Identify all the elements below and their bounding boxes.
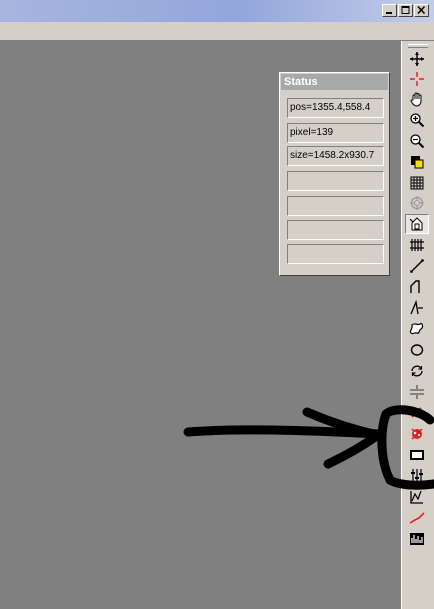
tool-grid-lines-button[interactable] [405, 235, 429, 255]
display-icon [410, 450, 424, 460]
polyline-icon [410, 280, 420, 293]
window-titlebar [0, 0, 434, 22]
tool-color-picker-button[interactable] [405, 152, 429, 172]
profile-icon [410, 490, 423, 504]
tool-target-button[interactable] [405, 193, 429, 213]
tool-splat-button[interactable] [405, 424, 429, 444]
tool-histogram-button[interactable] [405, 529, 429, 549]
window-controls [382, 4, 429, 17]
status-field-empty [287, 171, 384, 191]
tool-zoom-out-button[interactable] [405, 131, 429, 151]
tool-move-button[interactable] [405, 49, 429, 69]
status-panel-title: Status [281, 74, 388, 90]
tool-angle-button[interactable] [405, 298, 429, 318]
tool-line-button[interactable] [405, 256, 429, 276]
status-field-empty [287, 220, 384, 240]
tool-red-line-button[interactable] [405, 508, 429, 528]
tool-polyline-button[interactable] [405, 277, 429, 297]
move-icon [410, 52, 424, 66]
ellipse-icon [410, 344, 424, 356]
toolbar-grip[interactable] [408, 44, 428, 48]
status-field-empty [287, 196, 384, 216]
zoom-in-icon [410, 113, 425, 128]
color-picker-icon [411, 156, 424, 169]
tool-ellipse-button[interactable] [405, 340, 429, 360]
tool-palette [401, 41, 434, 609]
tool-zoom-in-button[interactable] [405, 110, 429, 130]
tool-divide-button[interactable] [405, 382, 429, 402]
status-field-size: size=1458.2x930.7 [287, 146, 384, 166]
minimize-button[interactable] [382, 4, 397, 17]
delete-x-icon [411, 407, 422, 418]
tool-crosshair-button[interactable] [405, 69, 429, 89]
adjust-sliders-icon [411, 469, 423, 483]
tool-grid-button[interactable] [405, 173, 429, 193]
minimize-icon [386, 12, 392, 14]
tool-select-region-button[interactable] [405, 214, 429, 234]
rotate-icon [411, 365, 423, 377]
maximize-icon [401, 6, 410, 14]
tool-adjust-sliders-button[interactable] [405, 466, 429, 486]
freehand-region-icon [409, 322, 424, 335]
menu-bar [0, 22, 434, 41]
status-panel[interactable]: Status pos=1355.4,558.4 pixel=139 size=1… [279, 72, 390, 276]
angle-icon [410, 300, 423, 315]
status-field-empty [287, 244, 384, 264]
divide-icon [410, 385, 424, 399]
grid-lines-icon [410, 239, 424, 251]
tool-freehand-region-button[interactable] [405, 319, 429, 339]
maximize-button[interactable] [398, 4, 413, 17]
red-line-icon [409, 512, 425, 524]
status-field-pos: pos=1355.4,558.4 [287, 98, 384, 118]
status-field-pixel: pixel=139 [287, 123, 384, 143]
tool-delete-x-button[interactable] [405, 403, 429, 423]
target-icon [410, 196, 424, 210]
line-icon [410, 259, 424, 273]
zoom-out-icon [410, 134, 425, 149]
histogram-icon [410, 533, 424, 545]
close-button[interactable] [414, 4, 429, 17]
select-region-icon [409, 217, 423, 231]
grid-icon [410, 176, 424, 190]
splat-icon [411, 428, 423, 440]
pan-hand-icon [410, 92, 422, 107]
tool-pan-hand-button[interactable] [405, 89, 429, 109]
tool-profile-button[interactable] [405, 487, 429, 507]
tool-rotate-button[interactable] [405, 361, 429, 381]
close-icon [417, 5, 426, 15]
tool-display-button[interactable] [405, 445, 429, 465]
crosshair-icon [410, 72, 424, 86]
